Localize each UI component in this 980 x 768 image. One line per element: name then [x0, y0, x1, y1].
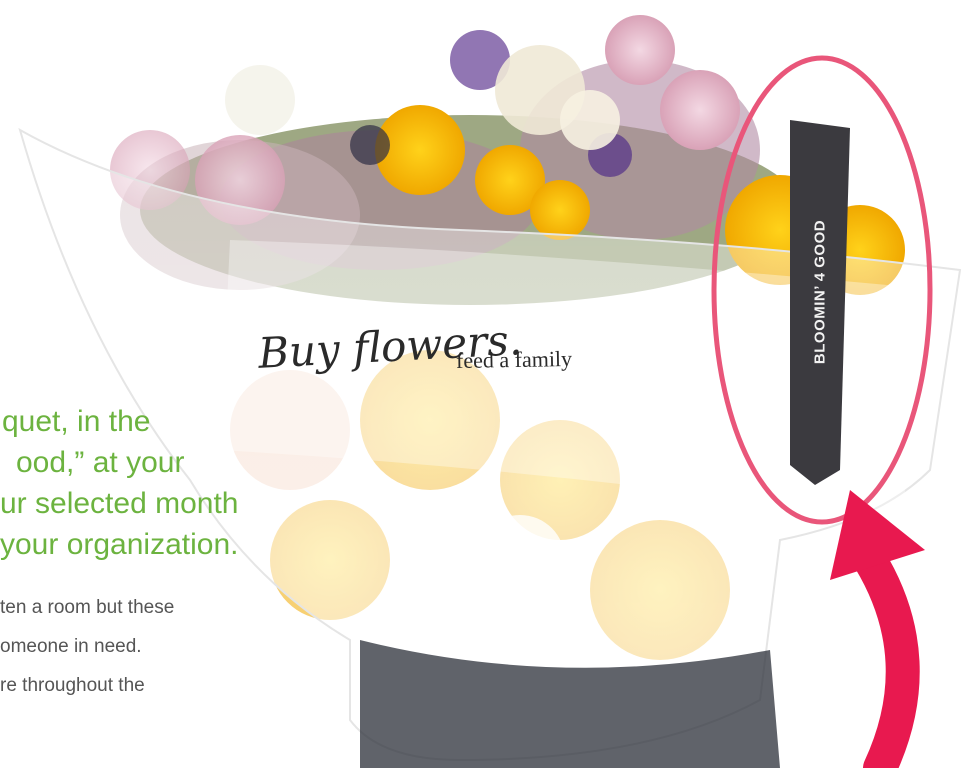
gray-text-line-1: ten a room but these [0, 597, 175, 618]
sleeve-plain-text: feed a family [455, 345, 573, 374]
gray-text-line-3: re throughout the [0, 675, 145, 696]
green-text-line-4: your organization. [0, 528, 239, 561]
green-text-line-3: ur selected month [0, 487, 239, 520]
pointer-arrow [830, 490, 925, 768]
bouquet-illustration [18, 15, 962, 768]
green-text-line-1: quet, in the [2, 405, 151, 438]
green-text-line-2: ood,” at your [16, 446, 185, 479]
gray-text-line-2: omeone in need. [0, 636, 142, 657]
ribbon-label: BLOOMIN’ 4 GOOD [811, 219, 829, 365]
